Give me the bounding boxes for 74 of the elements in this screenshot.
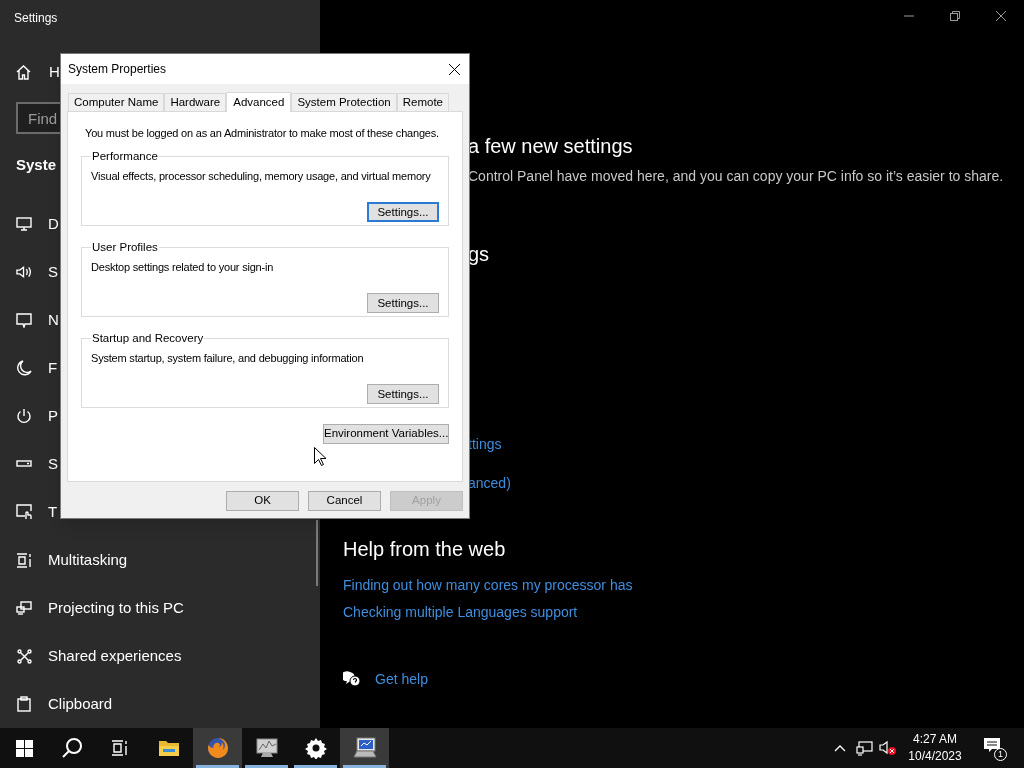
sidebar-item[interactable]: S xyxy=(48,260,58,284)
search-icon[interactable] xyxy=(61,737,83,759)
sidebar-item[interactable]: T xyxy=(48,500,58,524)
dialog-button[interactable]: Cancel xyxy=(308,491,381,511)
muted-speaker-icon[interactable] xyxy=(879,740,897,756)
group-title: User Profiles xyxy=(91,239,159,255)
restore-icon[interactable] xyxy=(950,11,960,21)
sidebar-item[interactable]: D xyxy=(48,212,59,236)
browser-icon xyxy=(205,736,230,760)
dialog-button[interactable]: OK xyxy=(226,491,299,511)
section-heading: Syste xyxy=(16,155,57,176)
display-icon xyxy=(16,217,32,231)
tab[interactable]: Advanced xyxy=(226,92,292,112)
settings-button[interactable]: Settings... xyxy=(367,384,439,405)
date-text: 10/4/2023 xyxy=(908,748,962,765)
taskbar-app[interactable] xyxy=(340,728,389,768)
projector-icon xyxy=(16,601,32,615)
section-heading: Help from the web xyxy=(343,537,507,562)
sidebar-item[interactable]: N xyxy=(48,308,59,332)
sidebar-item[interactable]: Projecting to this PC xyxy=(48,596,184,620)
help-link[interactable]: anced) xyxy=(468,473,511,493)
power-icon xyxy=(16,408,32,424)
sidebar-item[interactable]: Multitasking xyxy=(48,548,128,572)
help-link[interactable]: Get help xyxy=(375,669,428,690)
help-link[interactable]: Checking multiple Languages support xyxy=(343,602,578,622)
settings-button[interactable]: Settings... xyxy=(367,293,439,314)
dialog-title: System Properties xyxy=(68,61,167,78)
clock[interactable]: 4:27 AM 10/4/2023 xyxy=(900,728,970,768)
folder-icon xyxy=(157,739,180,757)
sidebar-item[interactable]: F xyxy=(48,356,58,380)
tablet-icon xyxy=(16,504,32,520)
speaker-icon xyxy=(16,265,32,279)
clipboard-icon xyxy=(16,696,32,712)
scroll-bar[interactable] xyxy=(316,520,318,586)
storage-icon xyxy=(16,460,32,468)
gear-icon xyxy=(304,737,327,759)
multitasking-icon xyxy=(16,552,32,568)
environment-variables-button[interactable]: Environment Variables... xyxy=(323,423,449,444)
settings-button[interactable]: Settings... xyxy=(367,202,439,223)
description-text: Control Panel have moved here, and you can copy your PC info so it’s easier to share. xyxy=(468,167,1005,186)
notification-count: 1 xyxy=(994,748,1007,761)
network-icon[interactable] xyxy=(855,740,873,756)
group-title: Performance xyxy=(91,148,159,164)
close-icon[interactable] xyxy=(996,11,1006,21)
time-text: 4:27 AM xyxy=(913,731,957,748)
group-description: Visual effects, processor scheduling, memory usage, and virtual memory xyxy=(91,168,431,184)
computer-icon xyxy=(351,737,378,759)
notification-button[interactable]: 1 xyxy=(983,737,1005,759)
group-description: Desktop settings related to your sign-in xyxy=(91,259,274,275)
sidebar-item[interactable]: H xyxy=(49,61,60,84)
group-title: Startup and Recovery xyxy=(91,330,205,346)
sidebar-item[interactable]: Clipboard xyxy=(48,692,113,716)
chevron-up-icon[interactable] xyxy=(834,744,846,752)
tab[interactable]: Remote xyxy=(396,93,449,111)
start-icon[interactable] xyxy=(15,739,33,757)
sidebar-item[interactable]: S xyxy=(48,452,58,476)
shared-icon xyxy=(16,648,32,664)
sidebar-item[interactable]: P xyxy=(48,404,58,428)
window-title: Settings xyxy=(13,10,59,27)
tab[interactable]: System Protection xyxy=(291,93,397,111)
moon-icon xyxy=(16,360,32,376)
pointer-icon xyxy=(314,447,326,466)
tab[interactable]: Computer Name xyxy=(68,93,165,111)
message-icon xyxy=(16,312,32,328)
chat-question-icon xyxy=(343,671,361,688)
tab[interactable]: Hardware xyxy=(164,93,227,111)
help-link[interactable]: Finding out how many cores my processor has xyxy=(343,575,633,595)
monitor-chart-icon xyxy=(254,737,279,759)
sidebar-item[interactable]: Shared experiences xyxy=(48,644,182,668)
task-view-icon[interactable] xyxy=(111,740,129,756)
home-icon xyxy=(16,65,31,81)
close-icon[interactable] xyxy=(448,63,460,75)
notice-text: You must be logged on as an Administrator to make most of these changes. xyxy=(85,126,439,141)
group-description: System startup, system failure, and debugging information xyxy=(91,350,364,366)
